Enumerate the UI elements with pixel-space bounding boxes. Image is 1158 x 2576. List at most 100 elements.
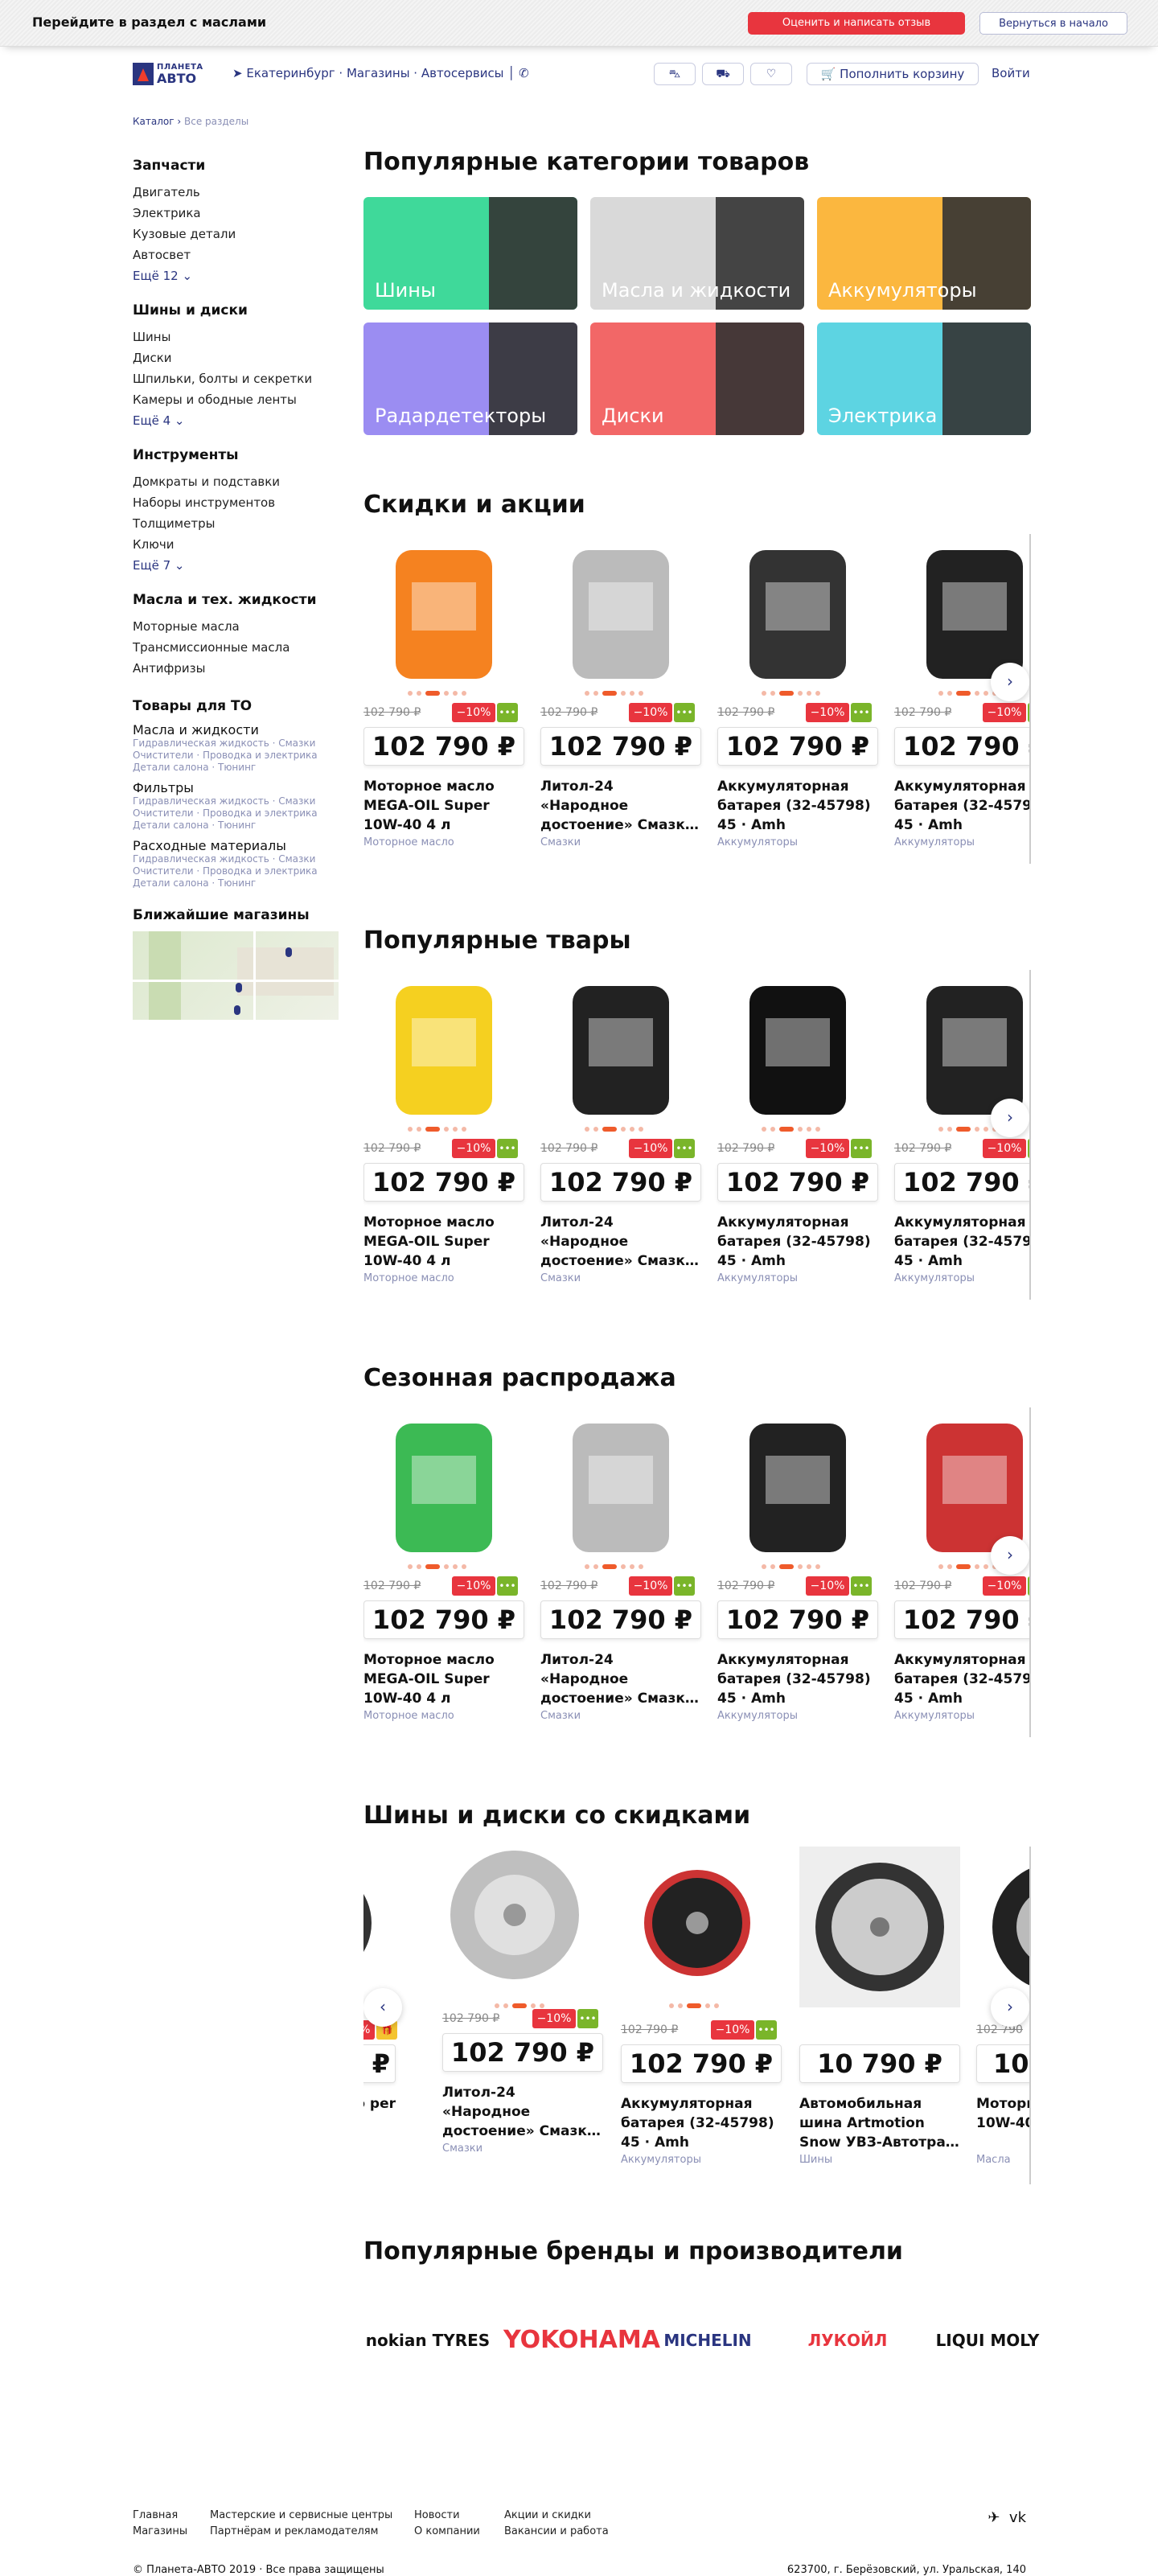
breadcrumb-catalog[interactable]: Каталог <box>133 116 175 127</box>
vk-icon[interactable]: vk <box>1009 2509 1026 2526</box>
pagination-dot[interactable] <box>585 1127 589 1132</box>
pagination-dot[interactable] <box>462 1564 466 1569</box>
pagination-dot[interactable] <box>621 1564 626 1569</box>
pagination-dot[interactable] <box>425 1564 440 1569</box>
product-name[interactable]: Литол-24 «Народное достоение» Смазк… <box>540 1650 701 1708</box>
brand-logo[interactable]: ЛУКОЙЛ <box>783 2316 912 2364</box>
product-category[interactable]: Масла <box>976 2154 1011 2166</box>
product-name[interactable]: Литол-24 «Народное достоение» Смазк… <box>442 2083 603 2141</box>
product-category[interactable]: Аккумуляторы <box>621 2154 701 2166</box>
phone-icon[interactable]: ✆ <box>519 66 529 80</box>
pagination-dot[interactable] <box>762 1564 766 1569</box>
pagination-dot[interactable] <box>417 691 421 696</box>
pagination-dot[interactable] <box>453 691 458 696</box>
to-subitem[interactable]: Очистители · Проводка и электрика <box>133 750 342 762</box>
pagination-dot[interactable] <box>779 691 794 696</box>
pagination-dot[interactable] <box>585 691 589 696</box>
product-image[interactable] <box>717 534 878 696</box>
pagination-dot[interactable] <box>762 1127 766 1132</box>
product-name[interactable]: Моторное масло MEGA-OIL Super 10W-40 4 л <box>363 777 524 835</box>
pagination-dot[interactable] <box>453 1564 458 1569</box>
pagination-dot[interactable] <box>462 1127 466 1132</box>
product-image[interactable] <box>442 1847 603 2008</box>
product-category[interactable]: Смазки <box>442 2143 482 2155</box>
pagination-dot[interactable] <box>807 691 811 696</box>
pagination-dot[interactable] <box>815 1127 820 1132</box>
pagination-dot[interactable] <box>947 1127 952 1132</box>
product-card[interactable]: 102 790 ₽ −10% ••• 102 790 ₽ Моторное масло … <box>363 534 524 848</box>
product-name[interactable]: Моторное масло MEGA-OIL Super 10W-40 4 л <box>363 1213 524 1271</box>
pagination-dot[interactable] <box>779 1564 794 1569</box>
image-pagination[interactable] <box>585 1557 647 1569</box>
product-card[interactable]: 102 790 ₽ −10% ••• 102 790 ₽ Моторное масло … <box>363 970 524 1284</box>
product-name[interactable]: Моторн MEGA-O 10W-40 <box>976 2094 1031 2133</box>
more-options-icon[interactable]: ••• <box>674 1576 695 1596</box>
vehicle-button[interactable]: ⛟ <box>702 63 744 85</box>
product-name[interactable]: Аккумуляторная батарея (32-45798) 45 · A… <box>894 1650 1031 1708</box>
pagination-dot[interactable] <box>462 691 466 696</box>
pagination-dot[interactable] <box>639 691 643 696</box>
product-name[interactable]: Аккумуляторная батарея (32-45798) 45 · A… <box>621 2094 782 2152</box>
review-button[interactable]: Оценить и написать отзыв <box>748 12 965 35</box>
pagination-dot[interactable] <box>938 1564 943 1569</box>
product-name[interactable]: Литол-24 «Народное достоение» Смазк… <box>540 777 701 835</box>
footer-link[interactable]: Магазины <box>133 2525 187 2537</box>
carousel-next-button[interactable]: › <box>991 1536 1029 1575</box>
pagination-dot[interactable] <box>938 691 943 696</box>
pagination-dot[interactable] <box>602 691 617 696</box>
product-image[interactable] <box>363 1847 396 2007</box>
brand-logo[interactable]: YOKOHAMA <box>503 2316 660 2364</box>
pagination-dot[interactable] <box>593 1127 598 1132</box>
product-name[interactable]: Аккумуляторная батарея (32-45798) 45 · A… <box>717 1213 878 1271</box>
product-card[interactable]: 102 790 ₽ −10%••• 102 790 ₽ Аккумуляторная … <box>717 970 878 1284</box>
image-pagination[interactable] <box>408 1557 470 1569</box>
product-card[interactable]: 102 790 ₽ −10% ••• 102 790 ₽ Литол-24 «Народ… <box>540 534 701 848</box>
product-card[interactable]: 102 790 ₽ −10% ••• 102 790 ₽ Литол-24 «Н… <box>442 1847 603 2155</box>
more-options-icon[interactable]: ••• <box>577 2009 598 2028</box>
pagination-dot[interactable] <box>983 691 988 696</box>
pagination-dot[interactable] <box>408 1564 413 1569</box>
image-pagination[interactable] <box>585 684 647 696</box>
sidebar-item[interactable]: Домкраты и подставки <box>133 471 342 492</box>
footer-link[interactable]: Вакансии и работа <box>504 2525 609 2537</box>
category-tile[interactable]: Шины <box>363 197 577 310</box>
sidebar-item[interactable]: Наборы инструментов <box>133 492 342 513</box>
more-options-icon[interactable]: ••• <box>497 1576 518 1596</box>
product-category[interactable]: Моторное масло <box>363 836 454 848</box>
sidebar-more-link[interactable]: Ещё 7 ⌄ <box>133 558 342 573</box>
carousel-prev-button[interactable]: ‹ <box>363 1988 402 2027</box>
product-category[interactable]: Смазки <box>540 836 581 848</box>
product-card[interactable]: 102 790 ₽ −10% ••• 102 790 ₽ Аккумулятор… <box>621 1847 782 2166</box>
pagination-dot[interactable] <box>630 1564 634 1569</box>
footer-link[interactable]: Партнёрам и рекламодателям <box>210 2525 378 2537</box>
favorites-button[interactable]: ♡ <box>750 63 792 85</box>
product-category[interactable]: Аккумуляторы <box>717 836 798 848</box>
garage-button[interactable]: ⛍ <box>654 63 696 85</box>
pagination-dot[interactable] <box>956 1564 971 1569</box>
to-subitem[interactable]: Гидравлическая жидкость · Смазки <box>133 853 342 865</box>
pagination-dot[interactable] <box>798 691 803 696</box>
product-image[interactable] <box>717 1407 878 1569</box>
sidebar-item[interactable]: Шпильки, болты и секретки <box>133 368 342 389</box>
product-name[interactable]: Автомобильная шина Artmotion Snow УВЗ-Ав… <box>799 2094 960 2152</box>
map-pin-icon[interactable] <box>285 947 292 957</box>
to-subitem[interactable]: Детали салона · Тюнинг <box>133 820 342 832</box>
product-card[interactable]: 102 790 ₽ −10%••• 102 790 ₽ Аккумуляторная … <box>717 534 878 848</box>
more-options-icon[interactable]: ••• <box>851 1576 872 1596</box>
pagination-dot[interactable] <box>815 1564 820 1569</box>
product-image[interactable] <box>363 534 524 696</box>
pagination-dot[interactable] <box>639 1127 643 1132</box>
sidebar-item[interactable]: Антифризы <box>133 658 342 679</box>
category-tile[interactable]: Аккумуляторы <box>817 197 1031 310</box>
footer-link[interactable]: Акции и скидки <box>504 2509 591 2521</box>
pagination-dot[interactable] <box>425 691 440 696</box>
product-card[interactable]: 102 790 ₽ −10% ••• 102 790 ₽ Литол-24 «Народ… <box>540 970 701 1284</box>
product-category[interactable]: Моторное масло <box>363 1710 454 1722</box>
to-item[interactable]: Расходные материалы <box>133 838 342 853</box>
pagination-dot[interactable] <box>975 1564 979 1569</box>
pagination-dot[interactable] <box>815 691 820 696</box>
more-options-icon[interactable]: ••• <box>497 1139 518 1158</box>
sidebar-item[interactable]: Трансмиссионные масла <box>133 637 342 658</box>
product-category[interactable]: Смазки <box>540 1710 581 1722</box>
to-item[interactable]: Фильтры <box>133 780 342 795</box>
